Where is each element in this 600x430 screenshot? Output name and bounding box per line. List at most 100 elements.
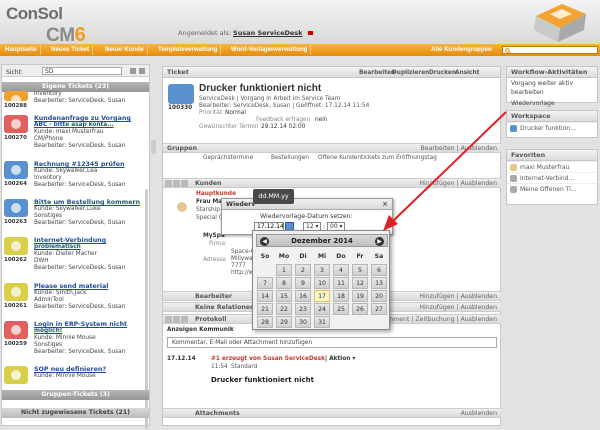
- calendar-day[interactable]: 19: [352, 290, 368, 302]
- view-select[interactable]: SD: [42, 67, 122, 75]
- calendar-day[interactable]: 4: [333, 264, 349, 276]
- nav-alle-kundengruppen[interactable]: Alle Kundengruppen: [428, 45, 495, 55]
- calendar-day[interactable]: 5: [352, 264, 368, 276]
- relations-add-link[interactable]: Hinzufügen: [419, 304, 454, 311]
- unassigned-tickets-header[interactable]: Nicht zugewiesene Tickets (21): [2, 408, 149, 418]
- nav-hauptseite[interactable]: Hauptseite: [2, 45, 41, 55]
- settings-icon[interactable]: [139, 68, 145, 74]
- ticket-list-item[interactable]: 100263 Bitte um Bestellung kommern Kunde: …: [4, 199, 144, 235]
- favorite-item[interactable]: maxi Musterfrau: [507, 161, 597, 172]
- calendar-day[interactable]: 2: [295, 264, 311, 276]
- grid-icon[interactable]: [130, 68, 136, 74]
- calendar-day[interactable]: 10: [314, 277, 330, 289]
- ticket-title[interactable]: Login in ERP-System nicht: [34, 321, 127, 328]
- calendar-day[interactable]: 7: [257, 277, 273, 289]
- calendar-day[interactable]: 18: [333, 290, 349, 302]
- customers-hide-link[interactable]: Ausblenden: [461, 180, 497, 187]
- person-icon: [177, 202, 187, 212]
- calendar-day[interactable]: 31: [314, 316, 330, 328]
- calendar-day[interactable]: 25: [333, 303, 349, 315]
- comment-link[interactable]: mment: [387, 316, 409, 323]
- attachments-hide-link[interactable]: Ausblenden: [461, 409, 497, 419]
- relations-hide-link[interactable]: Ausblenden: [461, 304, 497, 311]
- ticket-list-item[interactable]: 100259 Login in ERP-System nicht möglich! K…: [4, 321, 144, 357]
- prev-month-icon[interactable]: ◀: [260, 237, 269, 246]
- ticket-list-item[interactable]: 100262 Internet-Verbindung problematisch Ku…: [4, 237, 144, 273]
- ticket-list-item[interactable]: 100261 Please send material Kunde: Smith,J…: [4, 283, 144, 319]
- ticket-title[interactable]: Kundenanfrage zu Vorgang: [34, 115, 131, 122]
- flag-icon[interactable]: [307, 31, 313, 35]
- favorite-item[interactable]: Internet-Verbind...: [507, 172, 597, 183]
- nav-word-vorlagen[interactable]: Word-Vorlagenverwaltung: [228, 45, 312, 55]
- nav-neuer-kunde[interactable]: Neuer Kunde: [102, 45, 148, 55]
- calendar-day[interactable]: 6: [371, 264, 387, 276]
- ticket-title[interactable]: SOP neu definieren?: [34, 366, 106, 373]
- duplicate-button[interactable]: Duplizieren: [392, 68, 429, 79]
- termin-label: Gewünschter Termin: [199, 124, 259, 130]
- calendar-day[interactable]: 16: [295, 290, 311, 302]
- ticket-title[interactable]: Bitte um Bestellung kommern: [34, 199, 140, 206]
- protocol-hide-link[interactable]: Ausblenden: [461, 316, 497, 323]
- customers-title: Kunden: [195, 180, 222, 187]
- calendar-day[interactable]: 3: [314, 264, 330, 276]
- entry-action[interactable]: | Aktion ▾: [325, 356, 355, 362]
- calendar-day[interactable]: 14: [257, 290, 273, 302]
- ticket-title[interactable]: Rechnung #12345 prüfen: [34, 161, 124, 168]
- relations-actions: Hinzufügen | Ausblenden: [419, 304, 497, 311]
- workspace-item[interactable]: Drucker funktion...: [507, 122, 597, 133]
- calendar-day[interactable]: 8: [276, 277, 292, 289]
- calendar-day[interactable]: 30: [295, 316, 311, 328]
- calendar-day[interactable]: 11: [333, 277, 349, 289]
- workflow-continue[interactable]: Vorgang weiter aktiv bearbeiten: [507, 78, 597, 98]
- calendar-day[interactable]: 20: [371, 290, 387, 302]
- nav-templateverwaltung[interactable]: Templateverwaltung: [155, 45, 222, 55]
- calendar-day[interactable]: 22: [276, 303, 292, 315]
- customers-add-link[interactable]: Hinzufügen: [419, 180, 454, 187]
- print-button[interactable]: Drucken: [429, 68, 456, 79]
- time-colon: :: [323, 223, 326, 230]
- groups-hide-link[interactable]: Ausblenden: [461, 145, 497, 152]
- calendar-day[interactable]: 23: [295, 303, 311, 315]
- login-user[interactable]: Susan ServiceDesk: [233, 29, 302, 37]
- calendar-day[interactable]: 24: [314, 303, 330, 315]
- search-input[interactable]: [502, 46, 598, 54]
- ticket-list-item[interactable]: 100288 Inventory Bearbeiter: ServiceDesk, …: [4, 91, 144, 113]
- calendar-day[interactable]: 1: [276, 264, 292, 276]
- groups-edit-link[interactable]: Bearbeiten: [421, 145, 455, 152]
- workflow-wiedervorlage[interactable]: Wiedervorlage: [507, 98, 597, 109]
- close-icon[interactable]: ×: [382, 199, 388, 210]
- favorite-item[interactable]: Meine Offenen Ti...: [507, 183, 597, 194]
- calendar-day[interactable]: 26: [352, 303, 368, 315]
- ticket-title[interactable]: Internet-Verbindung: [34, 237, 106, 244]
- time-booking-link[interactable]: Zeitbuchung: [415, 316, 454, 323]
- comment-input[interactable]: Kommentar, E-Mail oder Attachment hinzuf…: [167, 337, 497, 348]
- document-icon: [510, 175, 517, 182]
- calendar-day[interactable]: 28: [257, 316, 273, 328]
- ticket-id: 100270: [4, 135, 27, 141]
- collapse-handle[interactable]: [151, 140, 156, 154]
- bearbeiter-hide-link[interactable]: Ausblenden: [461, 293, 497, 300]
- ticket-list-item[interactable]: 100270 Kundenanfrage zu Vorgang ABC - bitt…: [4, 115, 144, 151]
- entry-action-label: Aktion: [329, 356, 351, 362]
- calendar-day[interactable]: 21: [257, 303, 273, 315]
- calendar-day[interactable]: 15: [276, 290, 292, 302]
- consol-logo[interactable]: ConSol CM6: [6, 4, 86, 47]
- ticket-title[interactable]: Please send material: [34, 283, 108, 290]
- bearbeiter-add-link[interactable]: Hinzufügen: [419, 293, 454, 300]
- calendar-day[interactable]: 27: [371, 303, 387, 315]
- group-tickets-header[interactable]: Gruppen-Tickets (3): [2, 390, 149, 400]
- calendar-day[interactable]: 9: [295, 277, 311, 289]
- nav-neues-ticket[interactable]: Neues Ticket: [48, 45, 94, 55]
- customer-name[interactable]: Frau Ma: [196, 199, 222, 205]
- next-month-icon[interactable]: ▶: [375, 237, 384, 246]
- calendar-day[interactable]: 12: [352, 277, 368, 289]
- calendar-day[interactable]: 17: [314, 290, 330, 302]
- edit-button[interactable]: Bearbeiten: [359, 68, 395, 79]
- view-menu-button[interactable]: Ansicht: [455, 68, 479, 79]
- calendar-day[interactable]: 29: [276, 316, 292, 328]
- entry-header[interactable]: #1 erzeugt von Susan ServiceDesk: [211, 356, 325, 362]
- ticket-list-item[interactable]: 100264 Rechnung #12345 prüfen Kunde: Skywa…: [4, 161, 144, 197]
- ticket-detail-line: Kunde: Smith,Jack: [34, 290, 87, 296]
- calendar-day[interactable]: 13: [371, 277, 387, 289]
- workspace-item-label: Drucker funktion...: [520, 125, 576, 132]
